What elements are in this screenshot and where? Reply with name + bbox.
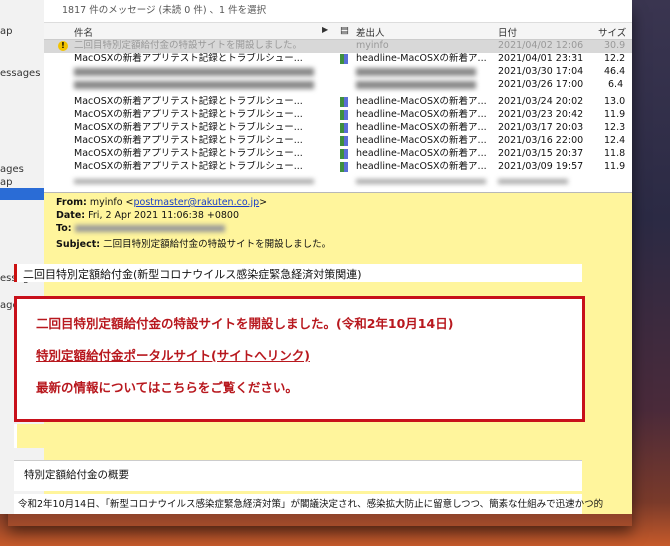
message-subject: MacOSXの新着アプリテスト記録とトラブルシュー...	[74, 161, 303, 172]
overview-body-text: 令和2年10月14日、「新型コロナウイルス感染症緊急経済対策」が閣議決定され、感…	[18, 499, 604, 510]
message-from: headline-MacOSXの新着ア...	[356, 53, 487, 64]
header-to: To:	[56, 223, 225, 234]
header-subject: Subject: 二回目特別定額給付金の特設サイトを開設しました。	[56, 236, 331, 250]
message-subject: MacOSXの新着アプリテスト記録とトラブルシュー...	[74, 135, 303, 146]
message-subject: 二回目特別定額給付金の特設サイトを開設しました。	[74, 40, 303, 51]
app-icon	[340, 97, 348, 107]
message-from: headline-MacOSXの新着ア...	[356, 96, 487, 107]
message-size: 6.4	[608, 79, 624, 90]
message-from: headline-MacOSXの新着ア...	[356, 135, 487, 146]
date-label: Date:	[56, 210, 86, 221]
sidebar-selected-item[interactable]	[0, 188, 44, 200]
message-row-selected[interactable]: ! 二回目特別定額給付金の特設サイトを開設しました。 myinfo 2021/0…	[44, 40, 632, 53]
message-date: 2021/03/30 17:04	[498, 66, 584, 77]
spacer-strip	[14, 424, 582, 448]
message-subject: MacOSXの新着アプリテスト記録とトラブルシュー...	[74, 148, 303, 159]
app-icon	[340, 54, 348, 64]
app-icon	[340, 123, 348, 133]
overview-title: 特別定額給付金の概要	[24, 469, 129, 481]
overview-body: 令和2年10月14日、「新型コロナウイルス感染症緊急経済対策」が閣議決定され、感…	[14, 494, 603, 514]
overview-section: 特別定額給付金の概要	[14, 460, 582, 491]
message-row[interactable]: 2021/03/26 17:00 6.4	[44, 79, 632, 92]
app-icon	[340, 136, 348, 146]
date-value: Fri, 2 Apr 2021 11:06:38 +0800	[88, 210, 240, 221]
message-size: 46.4	[604, 66, 626, 77]
message-size: 11.9	[604, 161, 626, 172]
sidebar-item[interactable]: ages	[0, 164, 24, 175]
column-attachment-icon[interactable]: ▤	[340, 25, 349, 36]
message-row[interactable]: MacOSXの新着アプリテスト記録とトラブルシュー... headline-Ma…	[44, 53, 632, 66]
alert-box: 二回目特別定額給付金の特設サイトを開設しました。(令和2年10月14日) 特別定…	[14, 296, 585, 422]
alert-line-1: 二回目特別定額給付金の特設サイトを開設しました。(令和2年10月14日)	[36, 316, 454, 331]
message-size: 12.3	[604, 122, 626, 133]
warning-icon: !	[58, 41, 68, 51]
message-row[interactable]: MacOSXの新着アプリテスト記録とトラブルシュー... headline-Ma…	[44, 122, 632, 135]
column-flag[interactable]: ▶	[322, 25, 328, 34]
message-date: 2021/04/01 23:31	[498, 53, 584, 64]
message-date: 2021/03/16 22:00	[498, 135, 584, 146]
column-from[interactable]: 差出人	[356, 25, 385, 39]
subject-label: Subject:	[56, 239, 101, 250]
message-size: 12.4	[604, 135, 626, 146]
from-label: From:	[56, 197, 87, 208]
redacted-subject	[74, 68, 314, 76]
message-date: 2021/03/26 17:00	[498, 79, 584, 90]
header-date: Date: Fri, 2 Apr 2021 11:06:38 +0800	[56, 210, 239, 221]
message-count-status: 1817 件のメッセージ (未読 0 件) 、1 件を選択	[62, 5, 267, 16]
message-subject: MacOSXの新着アプリテスト記録とトラブルシュー...	[74, 122, 303, 133]
message-date: 2021/03/09 19:57	[498, 161, 584, 172]
message-date: 2021/03/15 20:37	[498, 148, 584, 159]
to-label: To:	[56, 223, 72, 234]
redacted-subject	[74, 81, 314, 89]
message-size: 11.9	[604, 109, 626, 120]
message-from: headline-MacOSXの新着ア...	[356, 109, 487, 120]
subject-value: 二回目特別定額給付金の特設サイトを開設しました。	[103, 239, 332, 250]
column-date[interactable]: 日付	[498, 25, 517, 39]
portal-site-link[interactable]: 特別定額給付金ポータルサイト(サイトへリンク)	[36, 345, 310, 364]
message-row[interactable]: 2021/03/30 17:04 46.4	[44, 66, 632, 79]
message-date: 2021/04/02 12:06	[498, 40, 584, 51]
message-subject: MacOSXの新着アプリテスト記録とトラブルシュー...	[74, 96, 303, 107]
sidebar-item[interactable]: ap	[0, 26, 12, 37]
from-email-link[interactable]: postmaster@rakuten.co.jp	[134, 197, 260, 208]
alert-line-3: 最新の情報についてはこちらをご覧ください。	[36, 380, 298, 395]
column-size[interactable]: サイズ	[598, 25, 626, 39]
message-list-header: 件名 ▶ ▤ 差出人 日付 サイズ	[44, 22, 632, 40]
redacted-recipient	[74, 225, 225, 232]
sidebar-item[interactable]: ap	[0, 177, 12, 188]
message-list: 1817 件のメッセージ (未読 0 件) 、1 件を選択 件名 ▶ ▤ 差出人…	[44, 0, 632, 192]
email-banner-title: 二回目特別定額給付金(新型コロナウイルス感染症緊急経済対策関連)	[14, 264, 582, 282]
message-row[interactable]: MacOSXの新着アプリテスト記録とトラブルシュー... headline-Ma…	[44, 161, 632, 174]
message-from: myinfo	[356, 40, 389, 51]
column-subject[interactable]: 件名	[74, 25, 93, 39]
message-size: 30.9	[604, 40, 626, 51]
message-row-partial[interactable]	[44, 177, 632, 187]
message-from: headline-MacOSXの新着ア...	[356, 148, 487, 159]
message-date: 2021/03/23 20:42	[498, 109, 584, 120]
app-icon	[340, 149, 348, 159]
header-from: From: myinfo <postmaster@rakuten.co.jp>	[56, 197, 268, 208]
app-icon	[340, 110, 348, 120]
message-from: headline-MacOSXの新着ア...	[356, 122, 487, 133]
message-size: 11.8	[604, 148, 626, 159]
redacted-from	[356, 81, 476, 89]
message-date: 2021/03/24 20:02	[498, 96, 584, 107]
message-size: 12.2	[604, 53, 626, 64]
message-row[interactable]: MacOSXの新着アプリテスト記録とトラブルシュー... headline-Ma…	[44, 109, 632, 122]
redacted-from	[356, 68, 476, 76]
message-from: headline-MacOSXの新着ア...	[356, 161, 487, 172]
mail-app-window: ap essages ages ap essages ages 1817 件のメ…	[0, 0, 632, 514]
message-date: 2021/03/17 20:03	[498, 122, 584, 133]
message-size: 13.0	[604, 96, 626, 107]
app-icon	[340, 162, 348, 172]
message-subject: MacOSXの新着アプリテスト記録とトラブルシュー...	[74, 53, 303, 64]
message-row[interactable]: MacOSXの新着アプリテスト記録とトラブルシュー... headline-Ma…	[44, 148, 632, 161]
message-row[interactable]: MacOSXの新着アプリテスト記録とトラブルシュー... headline-Ma…	[44, 135, 632, 148]
from-name: myinfo	[89, 197, 123, 208]
sidebar-item[interactable]: essages	[0, 68, 40, 79]
message-row[interactable]: MacOSXの新着アプリテスト記録とトラブルシュー... headline-Ma…	[44, 96, 632, 109]
message-subject: MacOSXの新着アプリテスト記録とトラブルシュー...	[74, 109, 303, 120]
